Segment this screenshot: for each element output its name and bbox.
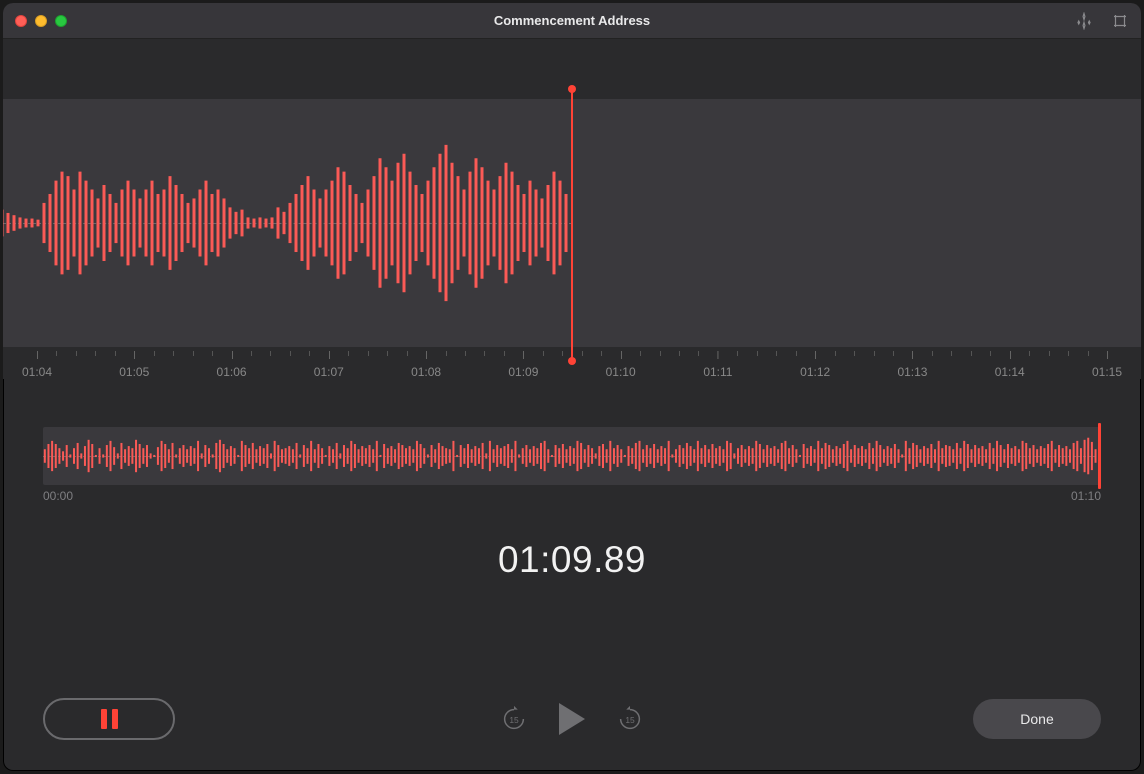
minimize-window-button[interactable] <box>35 15 47 27</box>
ruler-tick: 01:07 <box>314 351 344 379</box>
skip-back-15-button[interactable]: 15 <box>499 704 529 734</box>
overview-start-time: 00:00 <box>43 489 73 503</box>
waveform-overview-svg <box>43 427 1101 485</box>
done-button[interactable]: Done <box>973 699 1101 739</box>
ruler-tick: 01:08 <box>411 351 441 379</box>
skip-forward-15-button[interactable]: 15 <box>615 704 645 734</box>
ruler-tick: 01:14 <box>995 351 1025 379</box>
overview-end-time: 01:10 <box>1071 489 1101 503</box>
pause-recording-button[interactable] <box>43 698 175 740</box>
ruler-tick: 01:15 <box>1092 351 1122 379</box>
ruler-tick: 01:06 <box>217 351 247 379</box>
ruler-tick: 01:05 <box>119 351 149 379</box>
trim-icon[interactable] <box>1111 12 1129 30</box>
play-button[interactable] <box>559 703 585 735</box>
pause-icon <box>101 709 118 729</box>
ruler-tick: 01:11 <box>703 351 732 379</box>
done-button-label: Done <box>1020 711 1053 727</box>
elapsed-time-display: 01:09.89 <box>3 539 1141 581</box>
voice-memos-window: Commencement Address 01:0 <box>3 3 1141 771</box>
overview-cursor[interactable] <box>1098 423 1101 489</box>
waveform-overview[interactable] <box>43 427 1101 485</box>
close-window-button[interactable] <box>15 15 27 27</box>
ruler-tick: 01:12 <box>800 351 830 379</box>
titlebar: Commencement Address <box>3 3 1141 39</box>
ruler-tick: 01:10 <box>606 351 636 379</box>
ruler-tick: 01:04 <box>22 351 52 379</box>
svg-text:15: 15 <box>625 715 635 725</box>
waveform-zoom-view[interactable]: 01:04 01:05 01:06 01:07 01:08 01:09 01:10 01:11… <box>3 39 1141 379</box>
playhead[interactable] <box>571 89 573 361</box>
time-ruler: 01:04 01:05 01:06 01:07 01:08 01:09 01:10 01:11… <box>3 351 1141 379</box>
ruler-tick: 01:09 <box>508 351 538 379</box>
enhance-icon[interactable] <box>1075 12 1093 30</box>
svg-text:15: 15 <box>509 715 519 725</box>
window-title: Commencement Address <box>3 13 1141 28</box>
window-controls <box>15 15 67 27</box>
zoom-window-button[interactable] <box>55 15 67 27</box>
transport-controls: 15 15 Done <box>3 691 1141 747</box>
ruler-tick: 01:13 <box>897 351 927 379</box>
